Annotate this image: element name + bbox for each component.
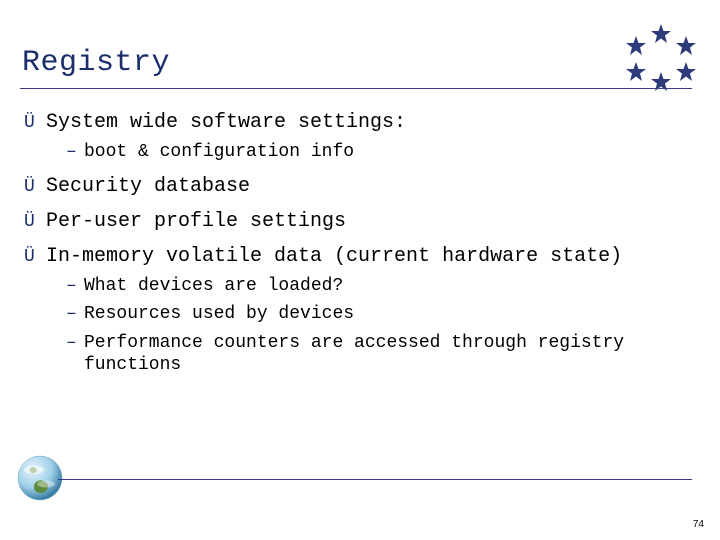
sub-text: Resources used by devices [84, 303, 684, 326]
sub-dash-icon: – [66, 141, 80, 164]
slide: Registry Ü System wide software settings… [0, 0, 720, 540]
globe-icon [16, 454, 64, 502]
title-underline [20, 88, 692, 89]
bullet-arrow-icon: Ü [24, 211, 42, 234]
sub-item: – boot & configuration info [66, 141, 684, 164]
sub-item: – Performance counters are accessed thro… [66, 332, 684, 377]
sub-text: boot & configuration info [84, 141, 684, 164]
stars-logo-icon [616, 22, 706, 92]
footer-rule [58, 479, 692, 480]
bullet-arrow-icon: Ü [24, 112, 42, 135]
bullet-item: Ü Security database [24, 174, 684, 199]
sub-text: What devices are loaded? [84, 275, 684, 298]
bullet-item: Ü Per-user profile settings [24, 209, 684, 234]
bullet-text: In-memory volatile data (current hardwar… [46, 244, 684, 269]
sub-dash-icon: – [66, 275, 80, 298]
slide-title: Registry [22, 46, 170, 80]
bullet-text: System wide software settings: [46, 110, 684, 135]
sub-item: – Resources used by devices [66, 303, 684, 326]
bullet-arrow-icon: Ü [24, 246, 42, 269]
sub-item: – What devices are loaded? [66, 275, 684, 298]
sub-dash-icon: – [66, 332, 80, 355]
bullet-text: Security database [46, 174, 684, 199]
bullet-item: Ü System wide software settings: [24, 110, 684, 135]
bullet-arrow-icon: Ü [24, 176, 42, 199]
sub-dash-icon: – [66, 303, 80, 326]
page-number: 74 [693, 519, 704, 530]
sub-text: Performance counters are accessed throug… [84, 332, 684, 377]
content-area: Ü System wide software settings: – boot … [24, 100, 684, 383]
bullet-item: Ü In-memory volatile data (current hardw… [24, 244, 684, 269]
bullet-text: Per-user profile settings [46, 209, 684, 234]
